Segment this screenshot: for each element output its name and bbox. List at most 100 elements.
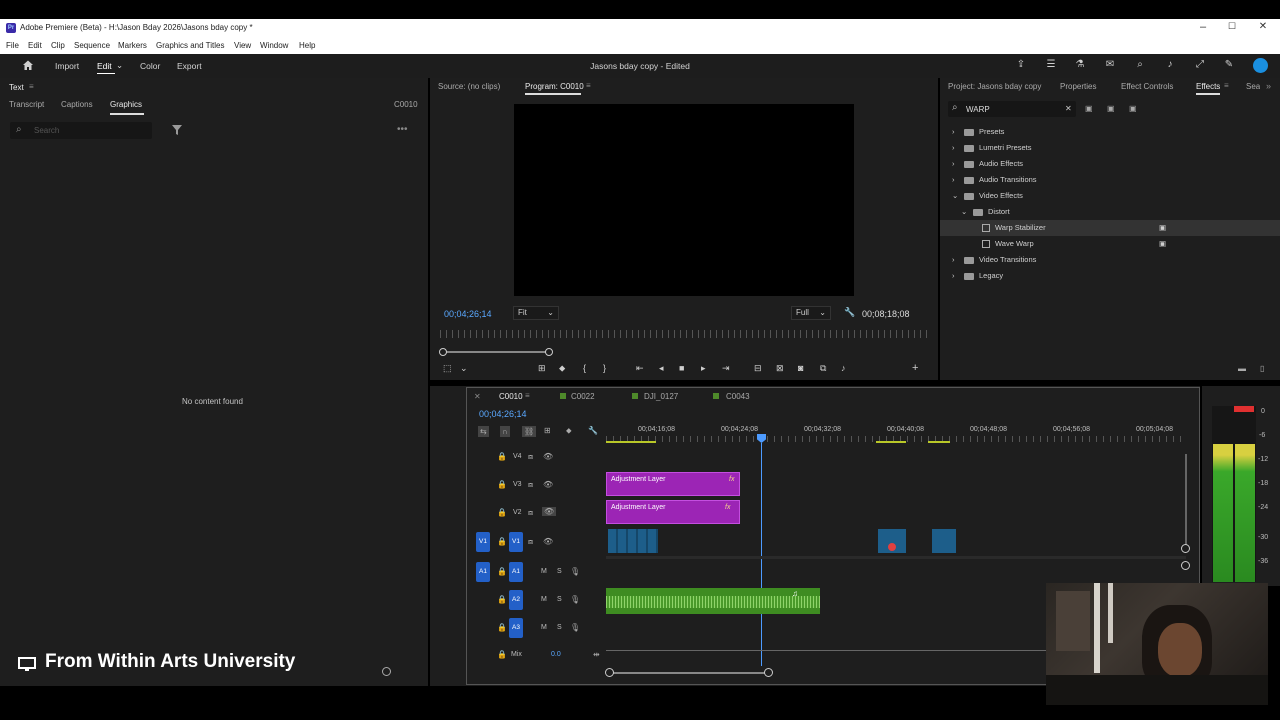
clip-audio-a2[interactable]: ♫ <box>606 588 820 614</box>
maximize-button[interactable]: ☐ <box>1225 21 1239 32</box>
zoom-bar[interactable] <box>442 351 550 353</box>
clip-adjustment-layer-v2[interactable]: Adjustment Layer fx <box>606 500 740 524</box>
comparison-icon[interactable]: ⧉ <box>820 363 826 374</box>
clip-video-v1[interactable] <box>608 529 658 553</box>
video-scrollbar[interactable] <box>1185 454 1187 550</box>
stop-icon[interactable]: ■ <box>679 363 684 373</box>
tab-project[interactable]: Project: Jasons bday copy <box>948 82 1041 91</box>
zoom-handle-left[interactable] <box>605 668 614 677</box>
volume-icon[interactable]: ♪ <box>1164 59 1176 71</box>
tab-edit[interactable]: Edit <box>97 61 112 71</box>
delete-icon[interactable]: ▯ <box>1260 364 1264 373</box>
effects-search-field[interactable]: ⌕ WARP ✕ <box>948 101 1076 117</box>
more-tabs-icon[interactable]: » <box>1266 81 1271 91</box>
solo-button[interactable]: S <box>557 596 562 603</box>
comment-icon[interactable]: ✉ <box>1104 59 1116 71</box>
close-sequence-icon[interactable]: ✕ <box>474 392 481 401</box>
tab-export[interactable]: Export <box>177 61 202 71</box>
close-button[interactable]: ✕ <box>1256 21 1270 32</box>
eye-icon[interactable]: 👁 <box>543 480 553 489</box>
clear-search-icon[interactable]: ✕ <box>1065 104 1072 113</box>
zoom-handle-right[interactable] <box>545 348 553 356</box>
quality-dropdown[interactable]: Full ⌄ <box>791 306 831 320</box>
overwrite-icon[interactable]: ⊠ <box>776 363 784 374</box>
tab-import[interactable]: Import <box>55 61 79 71</box>
tree-item-lumetri-presets[interactable]: › Lumetri Presets <box>940 140 1280 156</box>
zoom-handle-right[interactable] <box>764 668 773 677</box>
home-icon[interactable] <box>22 59 34 71</box>
marker-icon[interactable]: ⬥ <box>566 426 572 436</box>
tree-item-video-transitions[interactable]: › Video Transitions <box>940 252 1280 268</box>
wrench-icon[interactable]: 🔧 <box>588 426 598 435</box>
tree-item-audio-effects[interactable]: › Audio Effects <box>940 156 1280 172</box>
tab-effect-controls[interactable]: Effect Controls <box>1121 82 1173 91</box>
tab-sequence-c0010[interactable]: C0010 <box>499 392 523 401</box>
new-bin-icon[interactable]: ▬ <box>1238 364 1246 373</box>
playhead-timecode[interactable]: 00;04;26;14 <box>444 309 492 319</box>
scroll-handle[interactable] <box>1181 561 1190 570</box>
timeline-timecode[interactable]: 00;04;26;14 <box>479 409 527 419</box>
sync-lock-icon[interactable]: ⧈ <box>528 537 533 547</box>
eye-icon[interactable]: 👁 <box>543 452 553 461</box>
tree-item-audio-transitions[interactable]: › Audio Transitions <box>940 172 1280 188</box>
step-forward-icon[interactable]: ▸ <box>701 363 706 374</box>
flask-icon[interactable]: ⚗ <box>1074 59 1086 71</box>
tree-item-video-effects[interactable]: ⌄ Video Effects <box>940 188 1280 204</box>
solo-button[interactable]: S <box>557 624 562 631</box>
lift-icon[interactable]: ⊞ <box>538 363 546 374</box>
fit-dropdown[interactable]: Fit ⌄ <box>513 306 559 320</box>
lock-icon[interactable]: 🔒 <box>497 623 507 632</box>
wrench-icon[interactable]: 🔧 <box>844 307 855 318</box>
mix-value[interactable]: 0.0 <box>551 651 561 658</box>
menu-clip[interactable]: Clip <box>51 41 65 50</box>
panel-menu-icon[interactable]: ≡ <box>525 391 530 400</box>
source-patch-a1[interactable]: A1 <box>476 562 490 582</box>
scroll-handle[interactable] <box>1181 544 1190 553</box>
menu-window[interactable]: Window <box>260 41 288 50</box>
sync-lock-icon[interactable]: ⧈ <box>528 480 533 490</box>
mix-toggle-icon[interactable]: ⇹ <box>593 650 600 659</box>
minimize-button[interactable]: – <box>1196 21 1210 33</box>
sync-lock-icon[interactable]: ⧈ <box>528 452 533 462</box>
lock-icon[interactable]: 🔒 <box>497 650 507 659</box>
export-frame-icon[interactable]: ⬚ <box>443 363 452 374</box>
tab-effects[interactable]: Effects <box>1196 82 1220 91</box>
lock-icon[interactable]: 🔒 <box>497 452 507 461</box>
lock-icon[interactable]: 🔒 <box>497 595 507 604</box>
share-icon[interactable]: ⇪ <box>1015 59 1027 71</box>
lock-icon[interactable]: 🔒 <box>497 508 507 517</box>
linked-selection-icon[interactable]: ⛓ <box>522 426 537 437</box>
lock-icon[interactable]: 🔒 <box>497 567 507 576</box>
feedback-icon[interactable]: ✎ <box>1223 59 1235 71</box>
zoom-slider-handle[interactable] <box>382 667 391 676</box>
tree-item-wave-warp[interactable]: Wave Warp ▣ <box>940 236 1280 252</box>
yuv-effects-icon[interactable]: ▣ <box>1129 104 1137 113</box>
search-zoom-icon[interactable]: ⌕ <box>1134 59 1146 71</box>
solo-button[interactable]: S <box>557 568 562 575</box>
tab-properties[interactable]: Properties <box>1060 82 1096 91</box>
panel-menu-icon[interactable]: ≡ <box>29 82 34 91</box>
chevron-down-icon[interactable]: ⌄ <box>460 363 468 374</box>
zoom-handle-left[interactable] <box>439 348 447 356</box>
tab-sequence-c0022[interactable]: C0022 <box>571 392 595 401</box>
tab-color[interactable]: Color <box>140 61 160 71</box>
panel-menu-icon[interactable]: ≡ <box>586 81 591 90</box>
tab-transcript[interactable]: Transcript <box>9 100 44 109</box>
mute-button[interactable]: M <box>541 624 547 631</box>
add-button-icon[interactable]: + <box>912 362 918 374</box>
tree-item-warp-stabilizer[interactable]: Warp Stabilizer ▣ <box>940 220 1280 236</box>
microphone-icon[interactable]: 🎙 <box>570 595 580 604</box>
fullscreen-icon[interactable]: ⤢ <box>1194 59 1206 71</box>
insert-icon[interactable]: ⊟ <box>754 363 762 374</box>
tab-graphics[interactable]: Graphics <box>110 100 142 109</box>
track-target-a3[interactable]: A3 <box>509 618 523 638</box>
tab-program[interactable]: Program: C0010 <box>525 82 584 91</box>
menu-edit[interactable]: Edit <box>28 41 42 50</box>
lock-icon[interactable]: 🔒 <box>497 537 507 546</box>
effects-search-value[interactable]: WARP <box>966 105 990 114</box>
mute-button[interactable]: M <box>541 568 547 575</box>
source-patch-v1[interactable]: V1 <box>476 532 490 552</box>
clip-video-v1[interactable] <box>878 529 906 553</box>
microphone-icon[interactable]: 🎙 <box>570 623 580 632</box>
list-icon[interactable]: ☰ <box>1045 59 1057 71</box>
